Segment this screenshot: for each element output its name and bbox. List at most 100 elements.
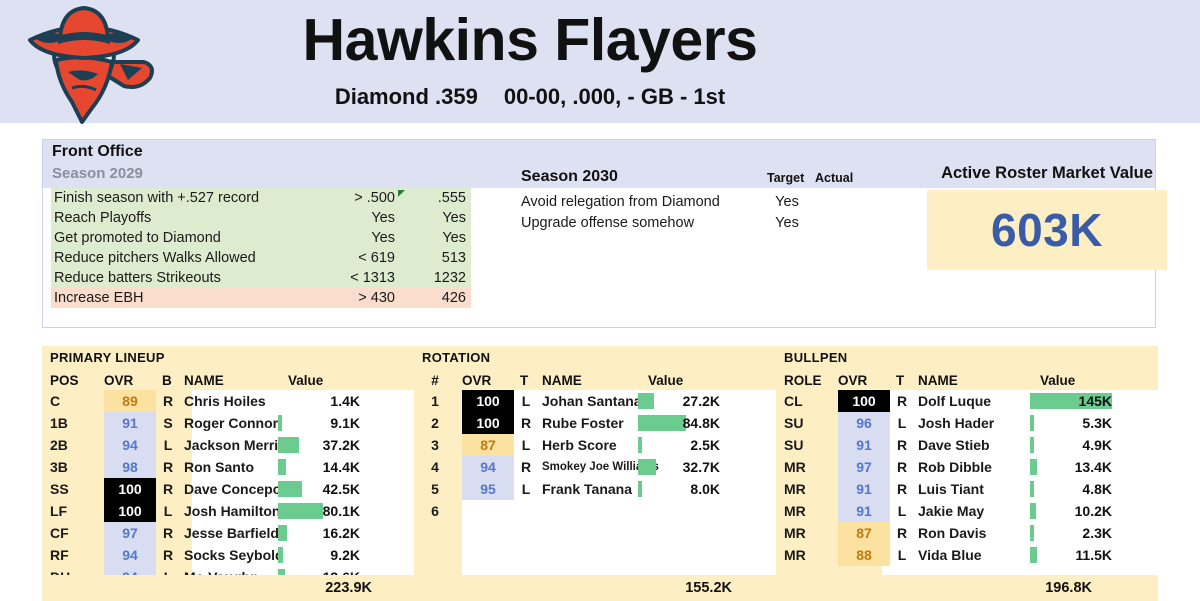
player-value-bar: [278, 547, 283, 563]
market-value-box: 603K: [927, 190, 1167, 270]
handedness-label: L: [521, 437, 531, 453]
player-name[interactable]: Ron Davis: [918, 522, 986, 544]
player-value-text: 13.4K: [1074, 459, 1112, 475]
bullpen-role-label: MR: [784, 503, 806, 519]
goal-actual: 1232: [433, 270, 466, 286]
player-value-text: 4.9K: [1082, 437, 1112, 453]
table-row[interactable]: SU 96 L Josh Hader 5.3K: [776, 412, 1158, 434]
player-value-text: 42.5K: [322, 481, 360, 497]
goal-name: Reduce batters Strikeouts: [54, 270, 221, 286]
table-row[interactable]: CL 100 R Dolf Luque 145K: [776, 390, 1158, 412]
player-value-text: 11.5K: [1075, 547, 1112, 563]
player-value-bar: [278, 503, 323, 519]
table-row[interactable]: 2B 94 L Jackson Merrill 37.2K: [42, 434, 414, 456]
player-name[interactable]: Jakie May: [918, 500, 984, 522]
table-row[interactable]: 6: [414, 500, 776, 522]
player-name[interactable]: Dave Stieb: [918, 434, 990, 456]
ovr-badge: 100: [838, 390, 890, 412]
bullpen-role-label: SU: [784, 437, 804, 453]
player-name[interactable]: Herb Score: [542, 434, 617, 456]
player-value-cell: 9.2K: [278, 544, 360, 566]
player-name[interactable]: Frank Tanana: [542, 478, 632, 500]
handedness-label: R: [162, 481, 174, 497]
player-name[interactable]: Chris Hoiles: [184, 390, 266, 412]
table-row[interactable]: 2 100 R Rube Foster 84.8K: [414, 412, 776, 434]
handedness-label: R: [896, 459, 908, 475]
player-name[interactable]: Ron Santo: [184, 456, 254, 478]
goal-row: Increase EBH > 430 426: [51, 288, 471, 308]
table-row[interactable]: CF 97 R Jesse Barfield 16.2K: [42, 522, 414, 544]
bullpen-role-label: MR: [784, 547, 806, 563]
table-row[interactable]: 5 95 L Frank Tanana 8.0K: [414, 478, 776, 500]
table-row[interactable]: MR 87 R Ron Davis 2.3K: [776, 522, 1158, 544]
goal-name: Reach Playoffs: [54, 210, 152, 226]
bullpen-role-label: MR: [784, 481, 806, 497]
table-row[interactable]: 3B 98 R Ron Santo 14.4K: [42, 456, 414, 478]
bullpen-total-value: 196.8K: [1045, 580, 1092, 596]
handedness-label: R: [162, 525, 174, 541]
table-row[interactable]: MR 91 R Luis Tiant 4.8K: [776, 478, 1158, 500]
table-row[interactable]: MR 88 L Vida Blue 11.5K: [776, 544, 1158, 566]
player-value-bar: [1030, 437, 1034, 453]
player-name[interactable]: Luis Tiant: [918, 478, 984, 500]
lineup-section-title: PRIMARY LINEUP: [50, 350, 165, 365]
ovr-badge: 91: [104, 412, 156, 434]
rotation-rows: 1 100 L Johan Santana 27.2K 2 100 R Rube Foster 8…: [414, 390, 776, 522]
bullpen-role-label: CL: [784, 393, 803, 409]
table-row[interactable]: 3 87 L Herb Score 2.5K: [414, 434, 776, 456]
player-name[interactable]: Josh Hader: [918, 412, 994, 434]
player-name[interactable]: Socks Seybold: [184, 544, 284, 566]
record-label: 00-00, .000, - GB - 1st: [503, 84, 726, 109]
table-row[interactable]: RF 94 R Socks Seybold 9.2K: [42, 544, 414, 566]
player-value-bar: [1030, 547, 1037, 563]
team-logo: [16, 6, 166, 126]
ovr-badge: 95: [462, 478, 514, 500]
table-row[interactable]: 4 94 R Smokey Joe Williams 32.7K: [414, 456, 776, 478]
table-row[interactable]: 1 100 L Johan Santana 27.2K: [414, 390, 776, 412]
ovr-badge: 87: [462, 434, 514, 456]
position-label: CF: [50, 525, 69, 541]
market-value-amount: 603K: [991, 204, 1103, 256]
player-value-bar: [638, 481, 642, 497]
player-name[interactable]: Rob Dibble: [918, 456, 992, 478]
table-row[interactable]: SU 91 R Dave Stieb 4.9K: [776, 434, 1158, 456]
goal-row: Finish season with +.527 record > .500 .55…: [51, 188, 471, 208]
player-name[interactable]: Vida Blue: [918, 544, 982, 566]
goal-actual: Yes: [442, 210, 466, 226]
season-2030-actual-header: Actual: [815, 171, 854, 185]
rotation-total-value: 155.2K: [685, 580, 732, 596]
player-value-bar: [638, 393, 654, 409]
handedness-label: R: [162, 459, 174, 475]
player-value-cell: 9.1K: [278, 412, 360, 434]
player-name[interactable]: Josh Hamilton: [184, 500, 280, 522]
handedness-label: L: [163, 503, 173, 519]
bullpen-role-label: SU: [784, 415, 804, 431]
ovr-badge: 89: [104, 390, 156, 412]
table-row[interactable]: C 89 R Chris Hoiles 1.4K: [42, 390, 414, 412]
player-name[interactable]: Dolf Luque: [918, 390, 991, 412]
table-row[interactable]: SS 100 R Dave Concepcion 42.5K: [42, 478, 414, 500]
goal-row: Reduce pitchers Walks Allowed < 619 513: [51, 248, 471, 268]
player-value-bar: [1030, 525, 1034, 541]
player-name[interactable]: Jackson Merrill: [184, 434, 286, 456]
season-2030-row: Upgrade offense somehow Yes: [521, 213, 941, 234]
player-name[interactable]: Jesse Barfield: [184, 522, 279, 544]
bullpen-panel: BULLPEN ROLE OVR T NAME Value CL 100 R Dolf…: [776, 346, 1158, 594]
player-name[interactable]: Rube Foster: [542, 412, 624, 434]
front-office-season-label: Season 2029: [52, 165, 143, 182]
table-row[interactable]: MR 97 R Rob Dibble 13.4K: [776, 456, 1158, 478]
league-label: Diamond .359: [334, 84, 478, 109]
player-name[interactable]: Johan Santana: [542, 390, 642, 412]
table-row[interactable]: LF 100 L Josh Hamilton 80.1K: [42, 500, 414, 522]
table-row[interactable]: MR 91 L Jakie May 10.2K: [776, 500, 1158, 522]
player-value-text: 4.8K: [1082, 481, 1112, 497]
table-row[interactable]: 1B 91 S Roger Connor 9.1K: [42, 412, 414, 434]
handedness-label: L: [521, 393, 531, 409]
ovr-badge: 97: [838, 456, 890, 478]
player-value-cell: 4.9K: [1030, 434, 1112, 456]
player-value-text: 37.2K: [322, 437, 360, 453]
player-name[interactable]: Roger Connor: [184, 412, 278, 434]
ovr-badge: 100: [462, 412, 514, 434]
handedness-label: R: [520, 459, 532, 475]
player-value-bar: [278, 415, 282, 431]
